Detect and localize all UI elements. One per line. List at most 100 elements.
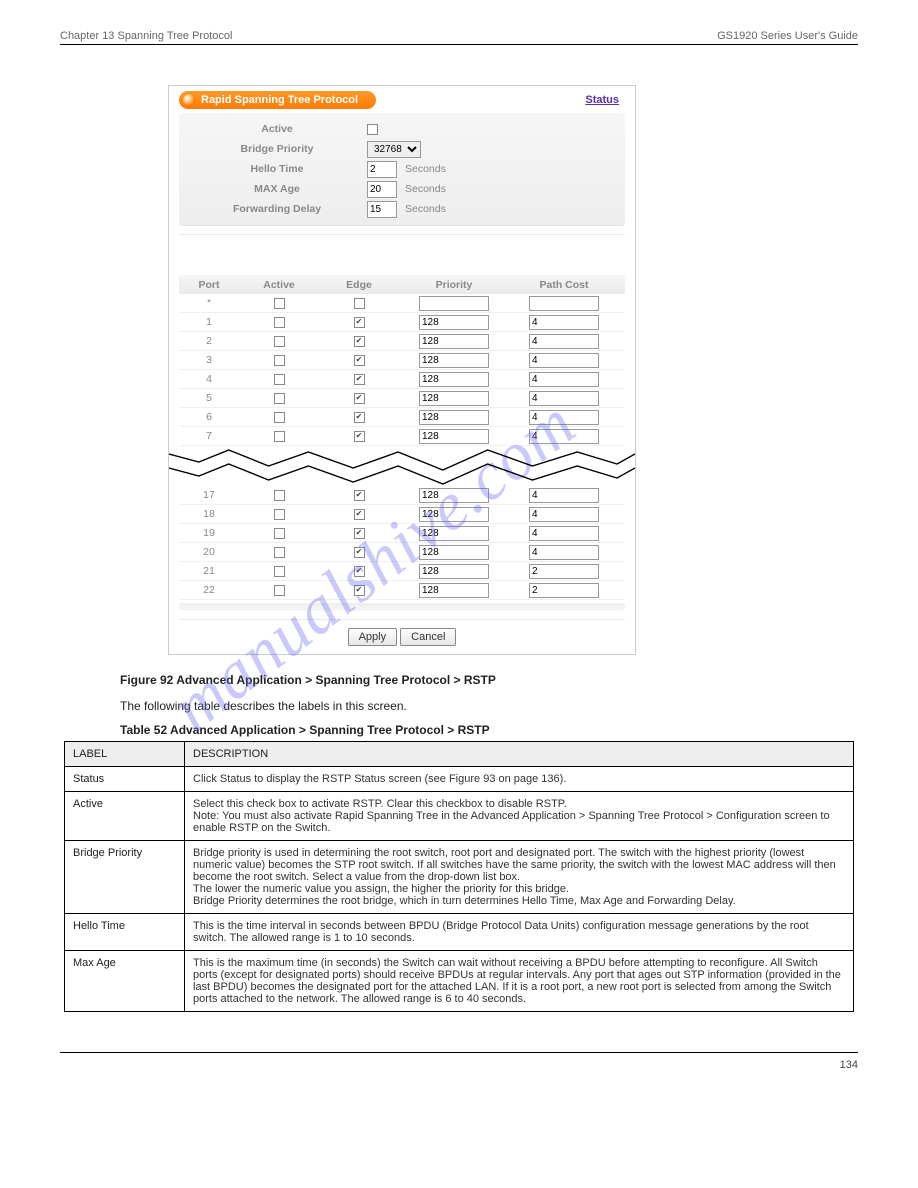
active-checkbox[interactable] <box>274 355 285 366</box>
edge-checkbox[interactable]: ✔ <box>354 566 365 577</box>
cancel-button[interactable]: Cancel <box>400 628 456 646</box>
port-cell: 4 <box>179 372 239 386</box>
priority-input[interactable] <box>419 545 489 560</box>
active-checkbox[interactable] <box>274 547 285 558</box>
path-cost-input[interactable] <box>529 429 599 444</box>
active-checkbox[interactable] <box>274 298 285 309</box>
col-edge: Edge <box>319 278 399 292</box>
active-checkbox[interactable] <box>274 374 285 385</box>
edge-checkbox[interactable]: ✔ <box>354 528 365 539</box>
forwarding-delay-input[interactable] <box>367 201 397 218</box>
edge-checkbox[interactable]: ✔ <box>354 431 365 442</box>
active-checkbox[interactable] <box>274 566 285 577</box>
edge-checkbox[interactable]: ✔ <box>354 490 365 501</box>
active-checkbox[interactable] <box>367 124 378 135</box>
table-row: 21✔ <box>179 562 625 581</box>
status-link[interactable]: Status <box>585 94 625 106</box>
col-active: Active <box>239 278 319 292</box>
path-cost-input[interactable] <box>529 507 599 522</box>
active-checkbox[interactable] <box>274 317 285 328</box>
col-priority: Priority <box>399 278 509 292</box>
hello-time-input[interactable] <box>367 161 397 178</box>
path-cost-input[interactable] <box>529 372 599 387</box>
desc-row: Max AgeThis is the maximum time (in seco… <box>65 951 854 1012</box>
divider <box>179 234 625 235</box>
active-checkbox[interactable] <box>274 509 285 520</box>
button-row: Apply Cancel <box>179 628 625 646</box>
forwarding-delay-label: Forwarding Delay <box>187 203 367 215</box>
priority-input[interactable] <box>419 526 489 541</box>
seconds-label: Seconds <box>405 203 446 215</box>
priority-input[interactable] <box>419 391 489 406</box>
table-row: 20✔ <box>179 543 625 562</box>
active-checkbox[interactable] <box>274 490 285 501</box>
priority-input[interactable] <box>419 507 489 522</box>
cutaway-tear <box>169 444 635 488</box>
th-description: DESCRIPTION <box>185 742 854 767</box>
edge-checkbox[interactable]: ✔ <box>354 393 365 404</box>
edge-checkbox[interactable]: ✔ <box>354 547 365 558</box>
path-cost-input[interactable] <box>529 410 599 425</box>
priority-input[interactable] <box>419 488 489 503</box>
priority-input[interactable] <box>419 334 489 349</box>
active-checkbox[interactable] <box>274 336 285 347</box>
description-table: LABEL DESCRIPTION StatusClick Status to … <box>64 741 854 1012</box>
priority-input[interactable] <box>419 353 489 368</box>
path-cost-input[interactable] <box>529 564 599 579</box>
rstp-screenshot: manualshive.com Rapid Spanning Tree Prot… <box>168 85 636 655</box>
priority-input[interactable] <box>419 429 489 444</box>
active-checkbox[interactable] <box>274 431 285 442</box>
desc-label: Hello Time <box>65 914 185 951</box>
edge-checkbox[interactable]: ✔ <box>354 374 365 385</box>
footer-right: 134 <box>840 1059 858 1071</box>
active-checkbox[interactable] <box>274 585 285 596</box>
edge-checkbox[interactable]: ✔ <box>354 585 365 596</box>
edge-checkbox[interactable]: ✔ <box>354 317 365 328</box>
edge-checkbox[interactable]: ✔ <box>354 412 365 423</box>
active-label: Active <box>187 123 367 135</box>
active-checkbox[interactable] <box>274 412 285 423</box>
path-cost-input[interactable] <box>529 526 599 541</box>
path-cost-input[interactable] <box>529 353 599 368</box>
edge-checkbox[interactable]: ✔ <box>354 355 365 366</box>
path-cost-input[interactable] <box>529 315 599 330</box>
path-cost-input[interactable] <box>529 391 599 406</box>
port-cell: 2 <box>179 334 239 348</box>
table-row: 5✔ <box>179 389 625 408</box>
port-cell: * <box>179 296 239 310</box>
path-cost-input[interactable] <box>529 334 599 349</box>
desc-label: Status <box>65 767 185 792</box>
desc-label: Active <box>65 792 185 841</box>
priority-input[interactable] <box>419 410 489 425</box>
path-cost-input[interactable] <box>529 488 599 503</box>
bullet-icon <box>183 94 195 106</box>
table-row: 6✔ <box>179 408 625 427</box>
table-row: 17✔ <box>179 486 625 505</box>
grid-header: Port Active Edge Priority Path Cost <box>179 275 625 294</box>
edge-checkbox[interactable] <box>354 298 365 309</box>
port-cell: 3 <box>179 353 239 367</box>
desc-text: Bridge priority is used in determining t… <box>185 841 854 914</box>
priority-input[interactable] <box>419 583 489 598</box>
path-cost-input[interactable] <box>529 583 599 598</box>
port-cell: 5 <box>179 391 239 405</box>
apply-button[interactable]: Apply <box>348 628 398 646</box>
desc-text: Click Status to display the RSTP Status … <box>185 767 854 792</box>
edge-checkbox[interactable]: ✔ <box>354 509 365 520</box>
priority-input[interactable] <box>419 372 489 387</box>
port-cell: 1 <box>179 315 239 329</box>
active-checkbox[interactable] <box>274 528 285 539</box>
path-cost-input[interactable] <box>529 545 599 560</box>
priority-input[interactable] <box>419 564 489 579</box>
seconds-label: Seconds <box>405 163 446 175</box>
table-row: 2✔ <box>179 332 625 351</box>
active-checkbox[interactable] <box>274 393 285 404</box>
path-cost-input[interactable] <box>529 296 599 311</box>
edge-checkbox[interactable]: ✔ <box>354 336 365 347</box>
priority-input[interactable] <box>419 296 489 311</box>
bridge-priority-select[interactable]: 32768 <box>367 141 421 158</box>
grid-footer <box>179 603 625 611</box>
max-age-input[interactable] <box>367 181 397 198</box>
priority-input[interactable] <box>419 315 489 330</box>
panel-title-pill: Rapid Spanning Tree Protocol <box>179 91 376 109</box>
